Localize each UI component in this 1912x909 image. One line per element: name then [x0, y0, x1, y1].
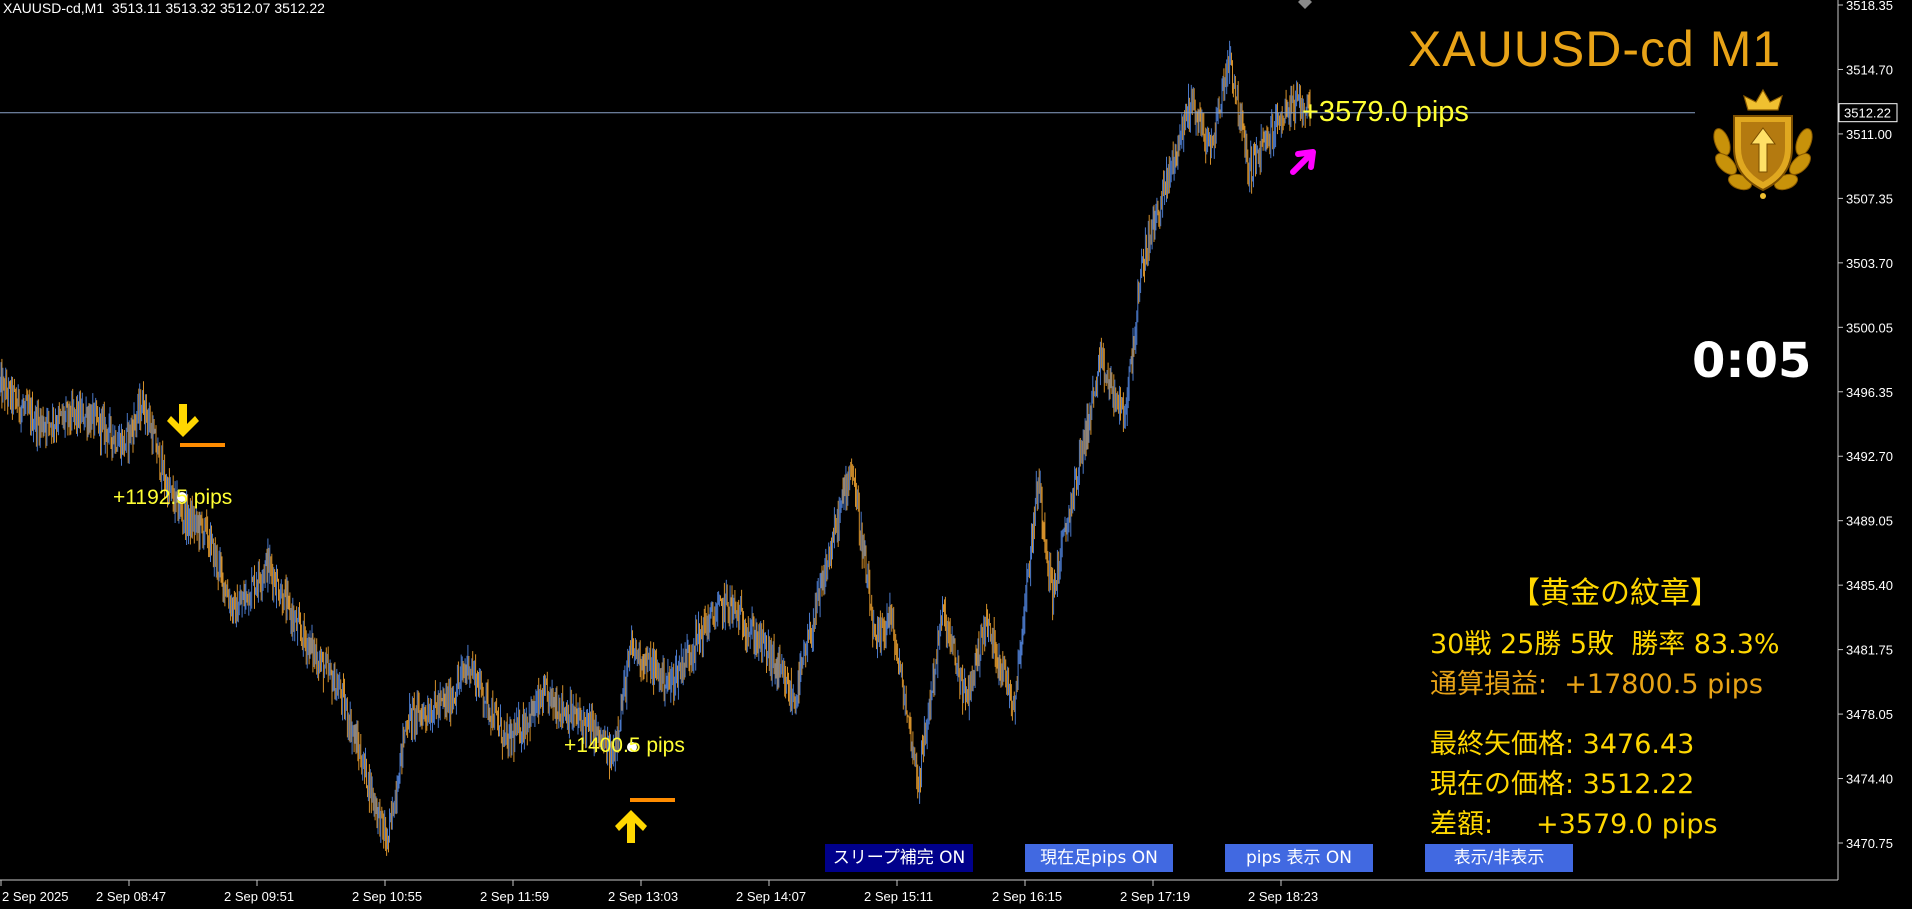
time-tick-label: 2 Sep 11:59	[480, 889, 549, 904]
buy-arrow-icon	[615, 810, 647, 843]
time-tick-label: 2 Sep 08:47	[96, 889, 166, 904]
current-bar-pips-button[interactable]: 現在足pips ON	[1025, 844, 1173, 872]
price-tick-label: 3507.35	[1846, 191, 1893, 206]
diagonal-up-arrow-icon	[1290, 149, 1316, 175]
time-tick-label: 2 Sep 14:07	[736, 889, 806, 904]
time-tick-label: 2 Sep 16:15	[992, 889, 1062, 904]
crest-emblem-icon	[1708, 82, 1818, 200]
price-tick-label: 3474.40	[1846, 772, 1893, 787]
price-tick-label: 3496.35	[1846, 385, 1893, 400]
chart-info-label: XAUUSD-cd,M1 3513.11 3513.32 3512.07 351…	[3, 0, 325, 16]
stats-heading: 【黄金の紋章】	[1510, 576, 1720, 611]
signal-result-label: +3579.0 pips	[1302, 96, 1469, 128]
signal-result-label: +1192.5 pips	[113, 486, 233, 509]
price-tick-label: 3470.75	[1846, 836, 1893, 851]
price-tick-label: 3518.35	[1846, 0, 1893, 13]
sell-arrow-icon	[167, 404, 199, 437]
price-tick-label: 3485.40	[1846, 578, 1893, 593]
sleep-complement-button[interactable]: スリープ補完 ON	[825, 844, 973, 872]
stats-current-price: 現在の価格: 3512.22	[1430, 769, 1695, 800]
stats-total-profit: 通算損益: +17800.5 pips	[1430, 669, 1763, 700]
current-price-tag-label: 3512.22	[1844, 106, 1891, 121]
stats-difference: 差額: +3579.0 pips	[1430, 809, 1718, 840]
price-tick-label: 3500.05	[1846, 320, 1893, 335]
time-tick-label: 2 Sep 13:03	[608, 889, 678, 904]
time-tick-label: 2 Sep 09:51	[224, 889, 294, 904]
time-tick-label: 2 Sep 10:55	[352, 889, 422, 904]
stats-last-signal-price: 最終矢価格: 3476.43	[1430, 729, 1695, 760]
time-tick-label: 2 Sep 18:23	[1248, 889, 1318, 904]
price-tick-label: 3489.05	[1846, 514, 1893, 529]
pips-display-button[interactable]: pips 表示 ON	[1225, 844, 1373, 872]
chart-shift-marker-icon	[1298, 0, 1312, 9]
price-tick-label: 3481.75	[1846, 643, 1893, 658]
price-tick-label: 3492.70	[1846, 449, 1893, 464]
time-tick-label: 2 Sep 2025	[2, 889, 69, 904]
price-tick-label: 3511.00	[1846, 127, 1892, 142]
countdown-timer: 0:05	[1692, 333, 1812, 389]
show-hide-button[interactable]: 表示/非表示	[1425, 844, 1573, 872]
price-tick-label: 3478.05	[1846, 707, 1893, 722]
time-tick-label: 2 Sep 15:11	[864, 889, 933, 904]
signal-result-label: +1400.5 pips	[564, 734, 685, 757]
time-tick-label: 2 Sep 17:19	[1120, 889, 1190, 904]
price-tick-label: 3514.70	[1846, 62, 1893, 77]
price-tick-label: 3503.70	[1846, 256, 1893, 271]
symbol-title: XAUUSD-cd M1	[1408, 21, 1782, 77]
stats-record: 30戦 25勝 5敗 勝率 83.3%	[1430, 629, 1780, 660]
